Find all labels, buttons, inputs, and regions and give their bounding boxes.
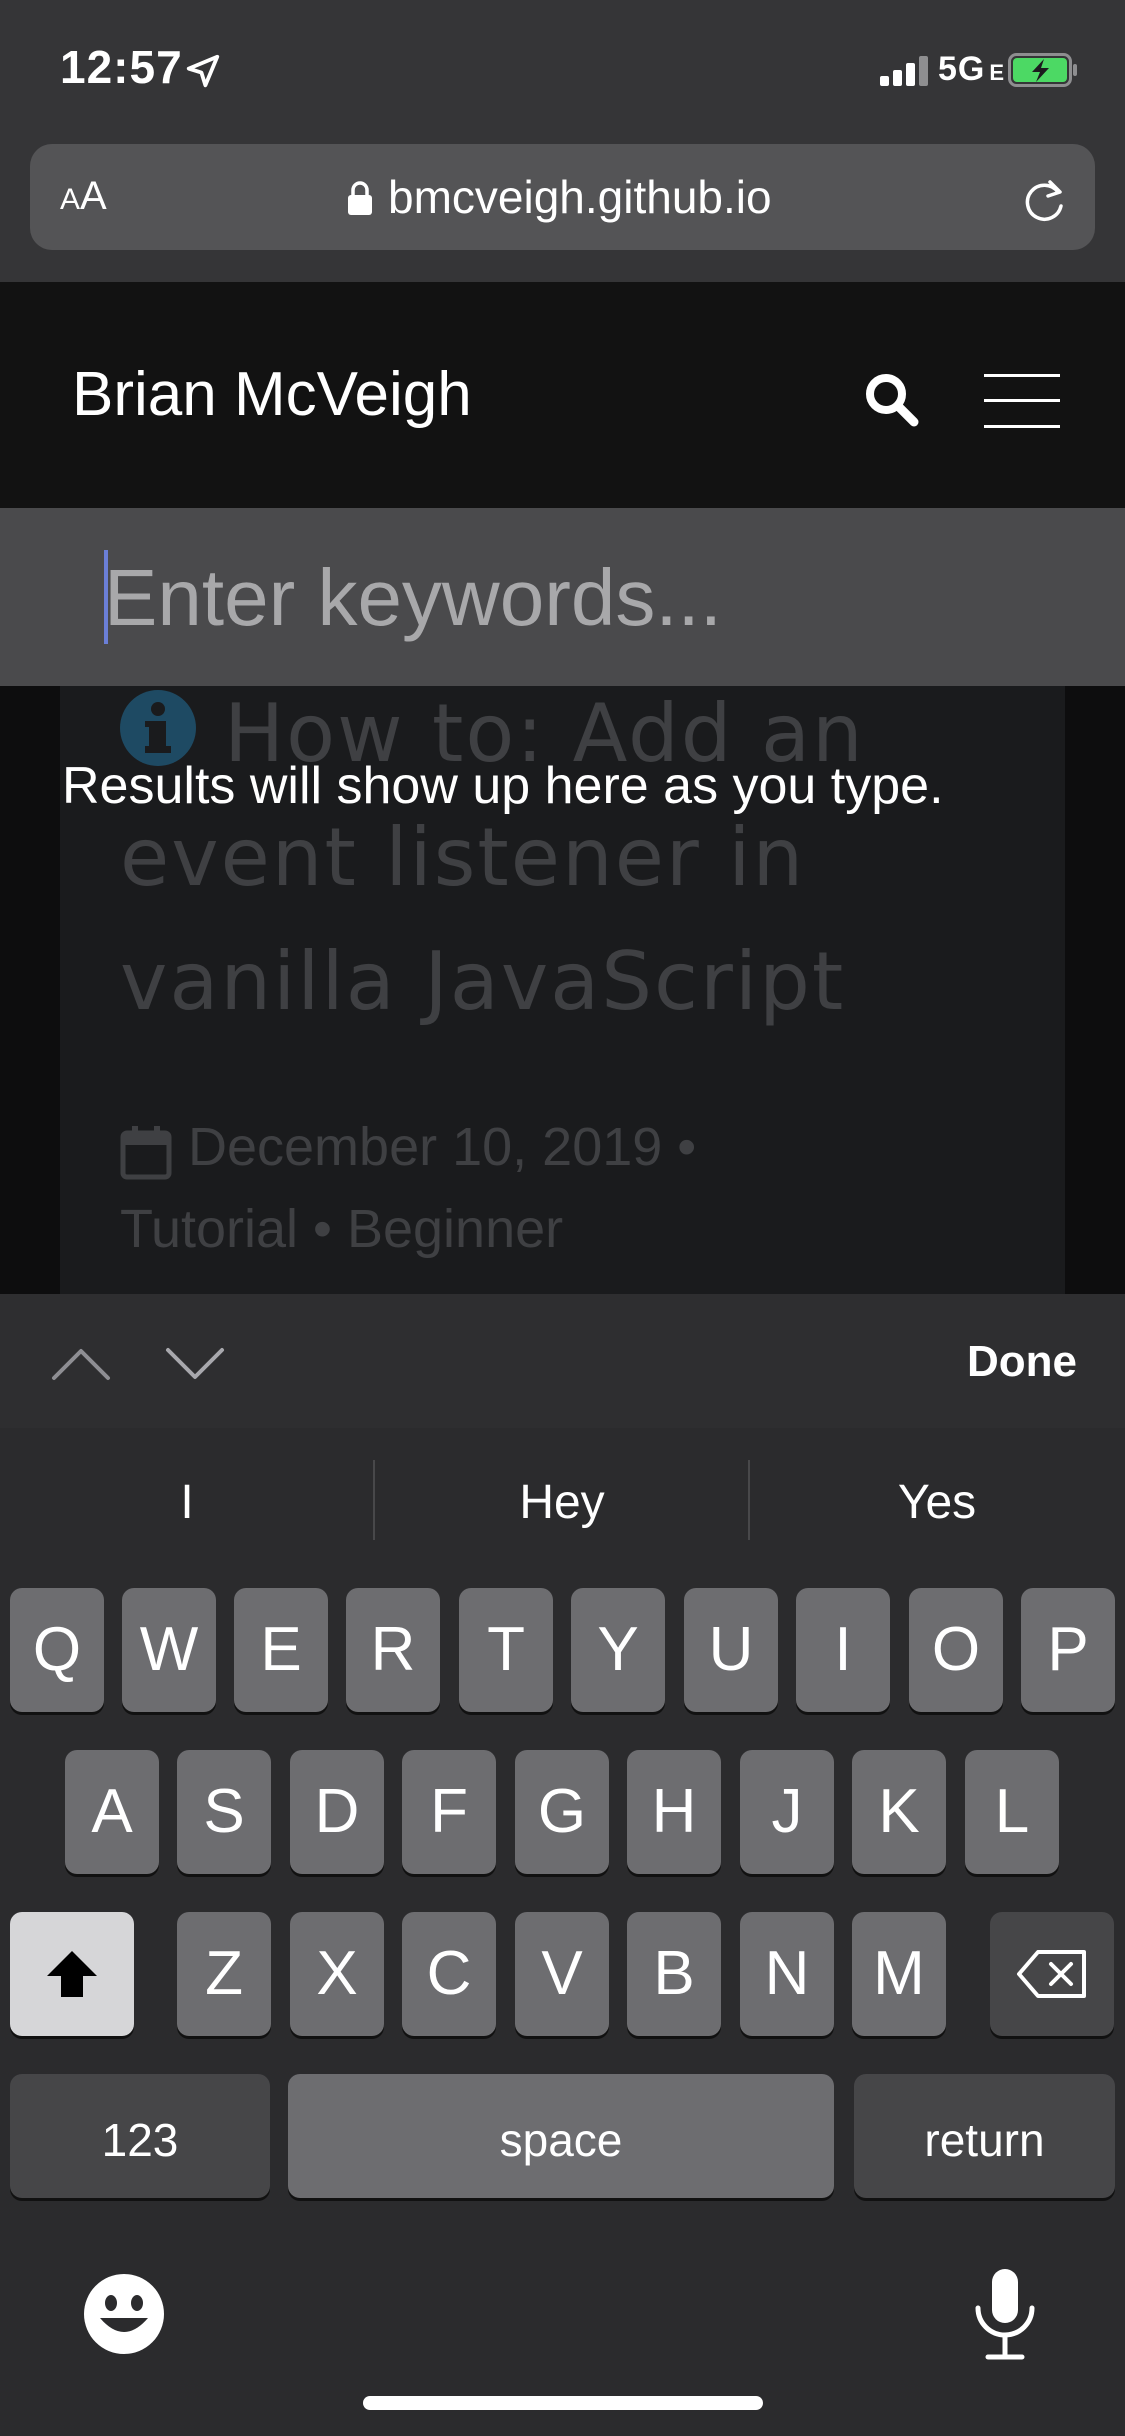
key-p[interactable]: P (1021, 1588, 1115, 1712)
space-key-label: space (499, 2114, 623, 2166)
battery-charging-icon (1008, 53, 1077, 87)
backspace-icon (1017, 1950, 1086, 1998)
return-key[interactable]: return (854, 2074, 1115, 2198)
key-w[interactable]: W (122, 1588, 216, 1712)
url-text[interactable]: bmcveigh.github.io (388, 172, 772, 222)
key-m[interactable]: M (852, 1912, 946, 2036)
site-header: Brian McVeigh (0, 282, 1125, 508)
suggestion-item[interactable]: Yes (750, 1428, 1124, 1578)
key-f[interactable]: F (402, 1750, 496, 1874)
search-results-hint: Results will show up here as you type. (62, 757, 944, 815)
key-h[interactable]: H (627, 1750, 721, 1874)
status-bar: 12:57 5G E (0, 0, 1125, 140)
key-j[interactable]: J (740, 1750, 834, 1874)
post-title: How to: Add an event listener in vanilla… (120, 687, 865, 1028)
space-key[interactable]: space (288, 2074, 834, 2198)
shift-icon (47, 1951, 97, 1997)
key-o[interactable]: O (909, 1588, 1003, 1712)
status-time: 12:57 (60, 41, 183, 93)
menu-icon[interactable] (984, 374, 1060, 428)
network-label: 5G E (938, 50, 1006, 88)
text-size-button[interactable]: AA (60, 176, 107, 220)
address-bar[interactable]: AA bmcveigh.github.io (30, 144, 1095, 250)
key-b[interactable]: B (627, 1912, 721, 2036)
key-n[interactable]: N (740, 1912, 834, 2036)
location-arrow-icon (186, 54, 220, 88)
key-v[interactable]: V (515, 1912, 609, 2036)
key-r[interactable]: R (346, 1588, 440, 1712)
chevron-up-icon[interactable] (50, 1332, 112, 1394)
signal-icon (880, 56, 930, 86)
key-u[interactable]: U (684, 1588, 778, 1712)
key-c[interactable]: C (402, 1912, 496, 2036)
return-key-label: return (924, 2114, 1045, 2166)
emoji-icon[interactable] (82, 2272, 166, 2356)
key-z[interactable]: Z (177, 1912, 271, 2036)
key-l[interactable]: L (965, 1750, 1059, 1874)
numbers-key-label: 123 (101, 2114, 179, 2166)
numbers-key[interactable]: 123 (10, 2074, 270, 2198)
key-y[interactable]: Y (571, 1588, 665, 1712)
key-s[interactable]: S (177, 1750, 271, 1874)
microphone-icon[interactable] (970, 2266, 1040, 2362)
key-t[interactable]: T (459, 1588, 553, 1712)
key-x[interactable]: X (290, 1912, 384, 2036)
shift-key[interactable] (10, 1912, 134, 2036)
key-i[interactable]: I (796, 1588, 890, 1712)
key-e[interactable]: E (234, 1588, 328, 1712)
chevron-down-icon[interactable] (164, 1332, 226, 1394)
home-indicator (363, 2396, 763, 2410)
screen: 12:57 5G E AA bmcveigh.github.io Brian M… (0, 0, 1125, 2436)
browser-toolbar: AA bmcveigh.github.io (0, 140, 1125, 282)
predictive-suggestions: I Hey Yes (0, 1428, 1125, 1578)
done-button[interactable]: Done (967, 1334, 1077, 1390)
backspace-key[interactable] (990, 1912, 1114, 2036)
lock-icon (348, 181, 372, 215)
reload-icon[interactable] (1020, 176, 1070, 226)
text-caret (104, 550, 108, 644)
key-d[interactable]: D (290, 1750, 384, 1874)
keyboard-accessory-bar: Done (0, 1294, 1125, 1428)
key-q[interactable]: Q (10, 1588, 104, 1712)
key-a[interactable]: A (65, 1750, 159, 1874)
key-g[interactable]: G (515, 1750, 609, 1874)
search-input[interactable] (104, 550, 1064, 646)
site-title[interactable]: Brian McVeigh (72, 360, 472, 430)
search-icon[interactable] (862, 370, 922, 430)
suggestion-item[interactable]: Hey (375, 1428, 749, 1578)
search-panel (0, 508, 1125, 686)
key-k[interactable]: K (852, 1750, 946, 1874)
keyboard: I Hey Yes Q W E R T Y U I O P A S D F G … (0, 1428, 1125, 2436)
post-meta: December 10, 2019 • Tutorial • Beginner (120, 1117, 697, 1259)
suggestion-item[interactable]: I (0, 1428, 374, 1578)
